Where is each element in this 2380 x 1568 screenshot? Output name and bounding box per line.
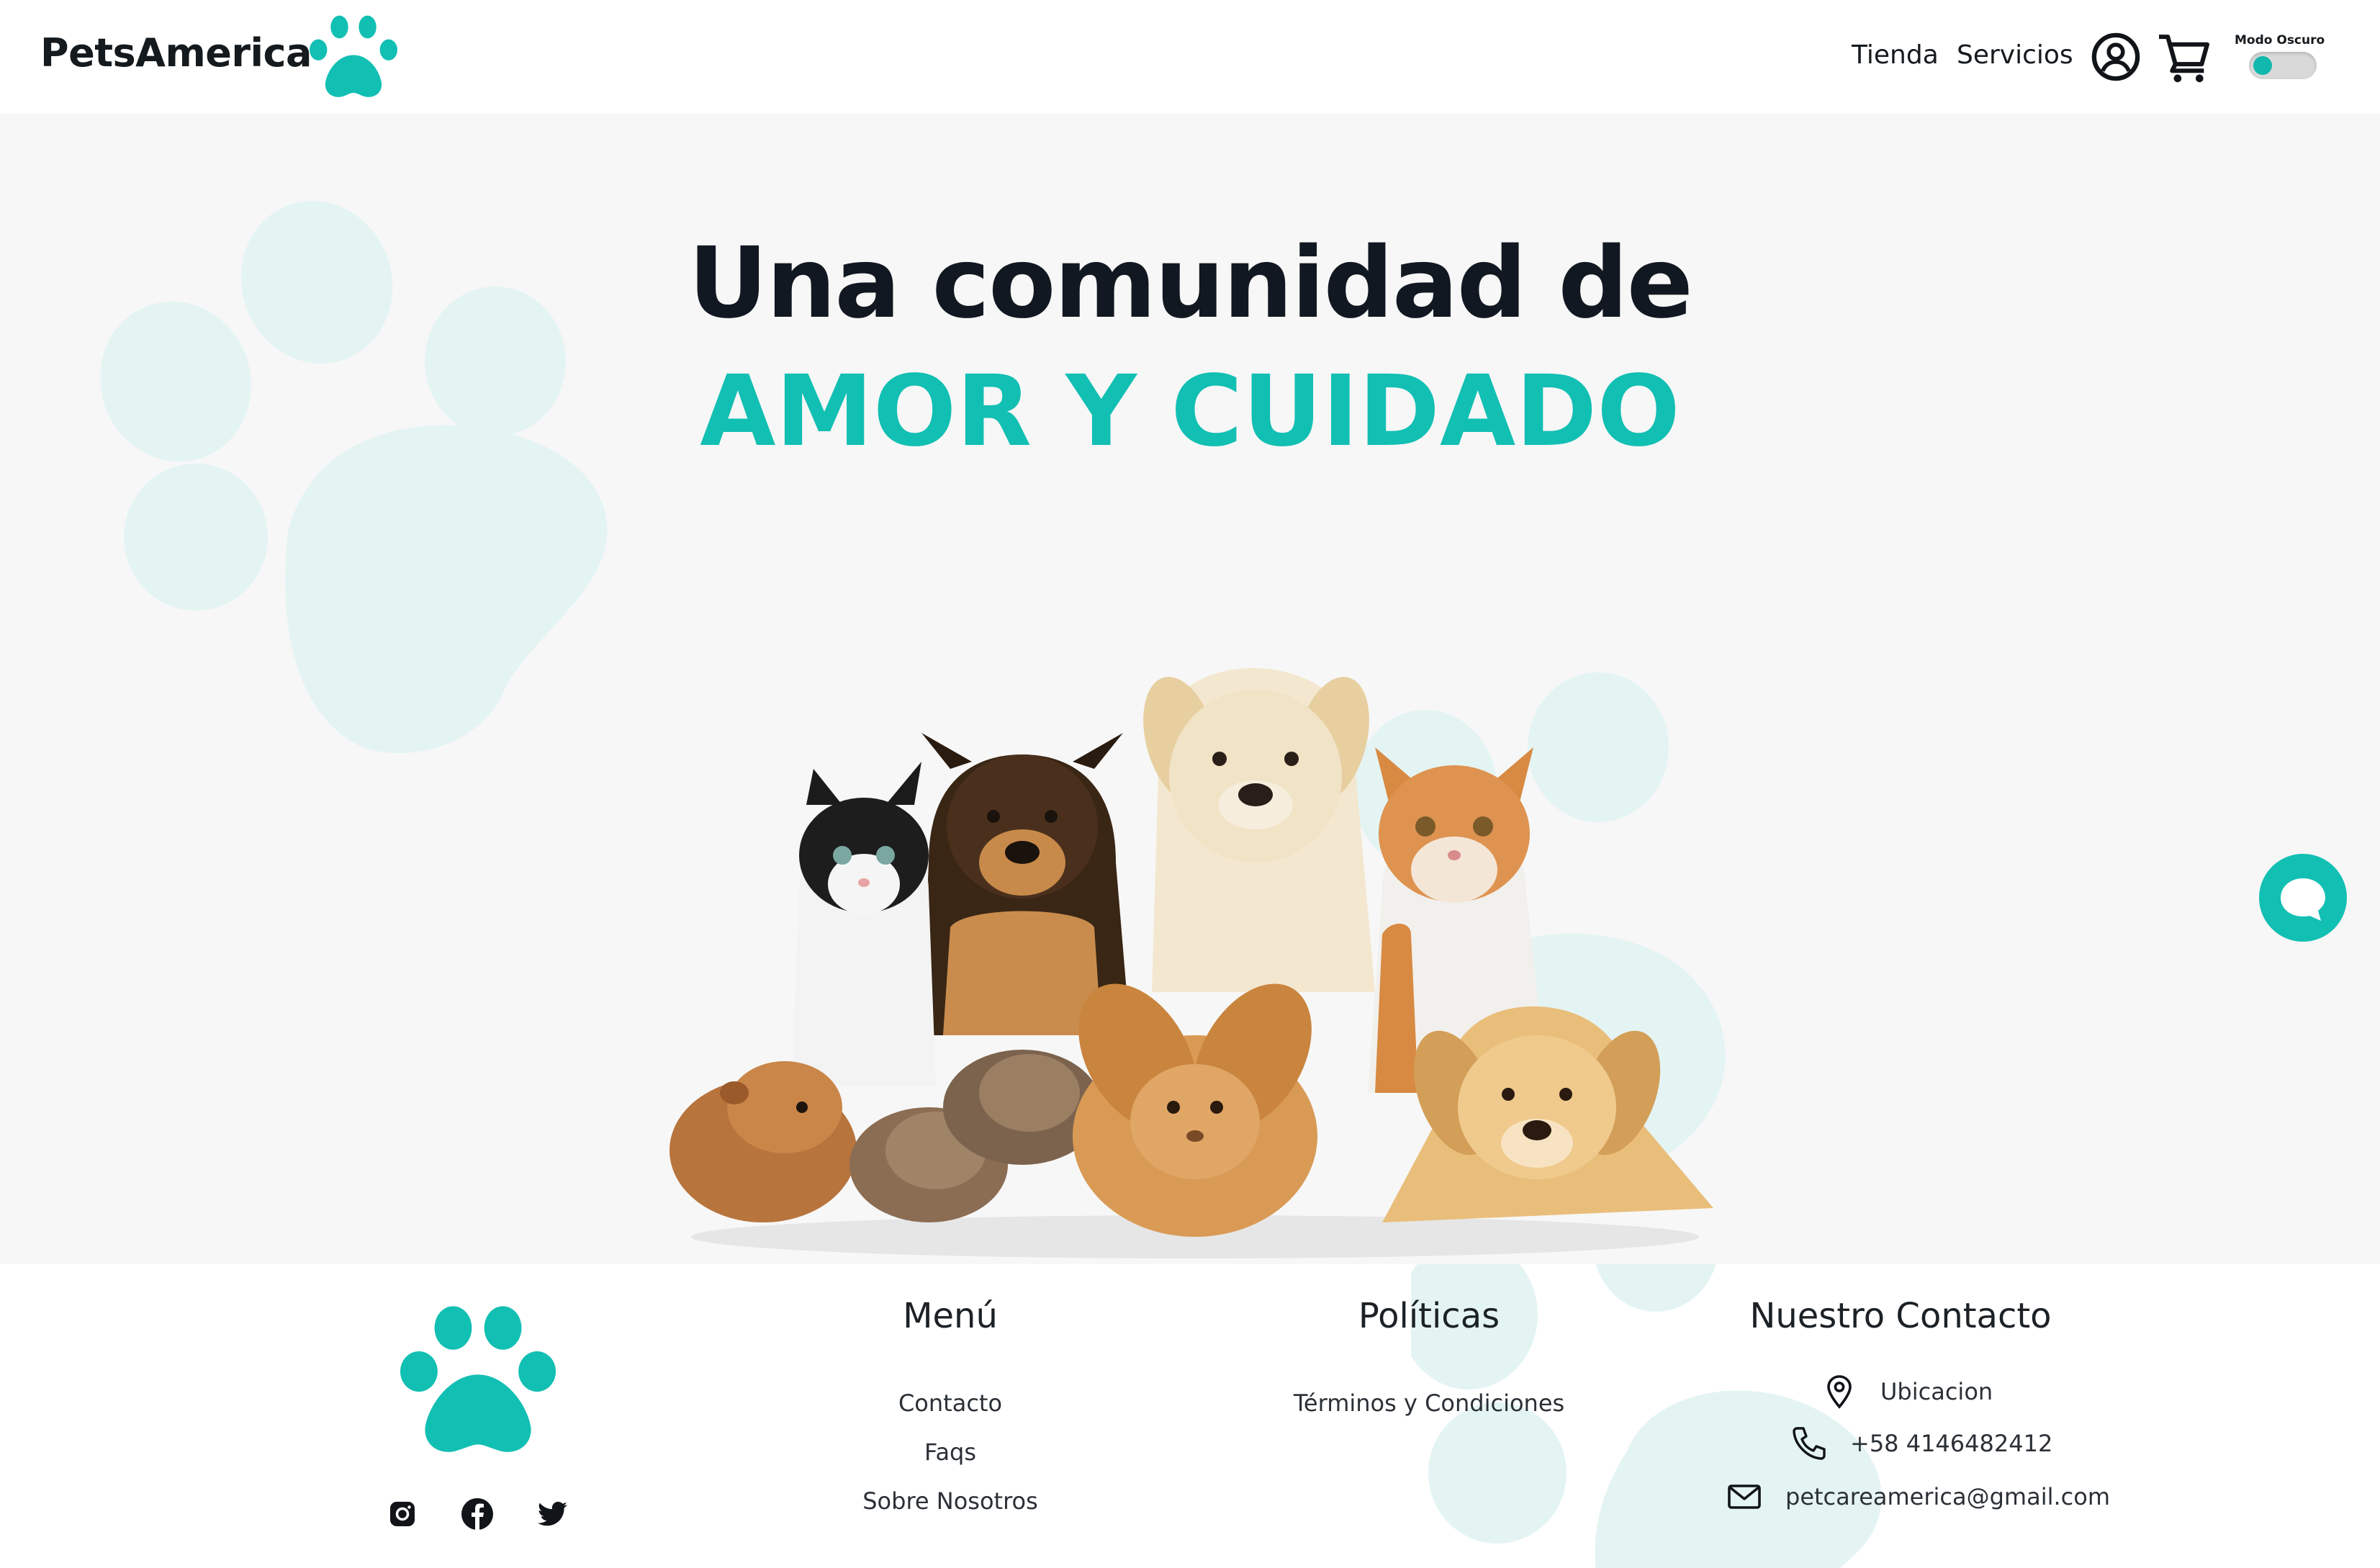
- location-pin-icon: [1827, 1375, 1852, 1409]
- header: PetsAmerica Tienda Servicios Modo Oscuro: [0, 0, 2380, 114]
- chat-bubble-icon: [2281, 878, 2325, 921]
- chat-button[interactable]: [2259, 854, 2347, 942]
- contact-location[interactable]: Ubicacion: [1820, 1372, 1993, 1411]
- contact-phone-text: +58 4146482412: [1850, 1430, 2053, 1457]
- brand-logo-text[interactable]: PetsAmerica: [40, 30, 312, 76]
- contact-email[interactable]: petcareamerica@gmail.com: [1725, 1477, 2110, 1516]
- facebook-icon[interactable]: [459, 1496, 495, 1532]
- footer-link-terminos[interactable]: Términos y Condiciones: [1267, 1389, 1591, 1417]
- hero-title: Una comunidad de: [688, 227, 1693, 341]
- instagram-icon[interactable]: [384, 1496, 420, 1532]
- paw-icon[interactable]: [310, 13, 397, 101]
- footer-menu-title: Menú: [903, 1296, 998, 1336]
- contact-phone[interactable]: +58 4146482412: [1790, 1424, 2052, 1463]
- phone-icon: [1793, 1427, 1826, 1460]
- cart-icon[interactable]: [2157, 30, 2212, 85]
- footer-link-sobre-nosotros[interactable]: Sobre Nosotros: [806, 1487, 1094, 1515]
- footer-policies-title: Políticas: [1358, 1296, 1500, 1336]
- contact-location-text: Ubicacion: [1880, 1378, 1993, 1405]
- contact-email-text: petcareamerica@gmail.com: [1785, 1483, 2110, 1510]
- footer-paw-logo-icon[interactable]: [400, 1303, 556, 1459]
- hero-subtitle: AMOR Y CUIDADO: [700, 355, 1680, 469]
- user-icon[interactable]: [2091, 32, 2141, 82]
- pets-group-image: [670, 668, 1713, 1258]
- twitter-icon[interactable]: [534, 1496, 570, 1532]
- footer-link-faqs[interactable]: Faqs: [806, 1438, 1094, 1466]
- footer: Menú Contacto Faqs Sobre Nosotros Políti…: [0, 1264, 2380, 1568]
- nav-tienda[interactable]: Tienda: [1852, 40, 1939, 70]
- dark-mode-toggle[interactable]: [2249, 52, 2317, 79]
- footer-link-contacto[interactable]: Contacto: [806, 1389, 1094, 1417]
- footer-contact-title: Nuestro Contacto: [1749, 1296, 2052, 1336]
- dark-mode-label: Modo Oscuro: [2235, 33, 2325, 48]
- nav-servicios[interactable]: Servicios: [1957, 40, 2073, 70]
- email-icon: [1728, 1484, 1761, 1509]
- toggle-knob: [2253, 56, 2272, 75]
- hero-section: Una comunidad de AMOR Y CUIDADO: [0, 114, 2380, 1264]
